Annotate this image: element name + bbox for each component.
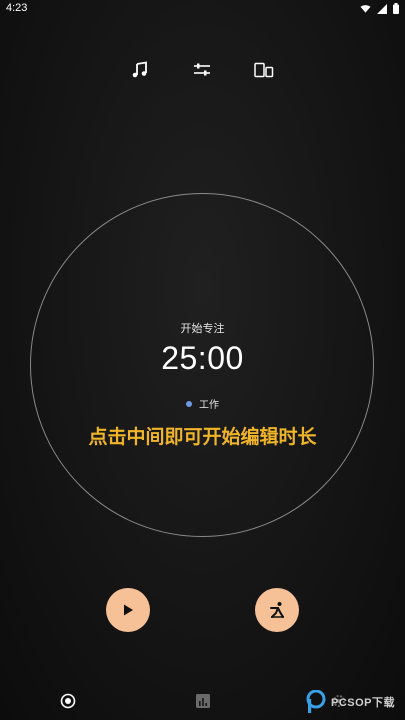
watermark: PCSOP下载	[305, 690, 395, 714]
edit-hint: 点击中间即可开始编辑时长	[88, 426, 317, 448]
play-icon	[124, 604, 133, 616]
signal-icon	[377, 3, 387, 14]
yoga-button[interactable]	[255, 588, 299, 632]
music-note-icon[interactable]	[128, 58, 152, 82]
status-time: 4:23	[6, 2, 28, 14]
stats-icon[interactable]	[194, 692, 212, 710]
play-button[interactable]	[106, 588, 150, 632]
top-toolbar	[0, 58, 405, 84]
status-bar: 4:23	[0, 0, 405, 18]
watermark-text: PCSOP下载	[330, 697, 395, 709]
wifi-icon	[360, 4, 371, 13]
status-icons	[360, 3, 399, 14]
watermark-logo-icon	[306, 690, 326, 713]
tag-dot-icon	[186, 400, 192, 407]
timer-display[interactable]: 25:00	[0, 340, 405, 377]
battery-icon	[393, 3, 399, 14]
focus-label: 开始专注	[180, 322, 225, 335]
task-tag[interactable]: 工作	[0, 396, 405, 411]
tag-label: 工作	[199, 400, 219, 411]
devices-icon[interactable]	[252, 58, 276, 82]
sliders-icon[interactable]	[190, 58, 214, 82]
timer-icon[interactable]	[59, 692, 77, 710]
yoga-icon	[270, 602, 284, 618]
